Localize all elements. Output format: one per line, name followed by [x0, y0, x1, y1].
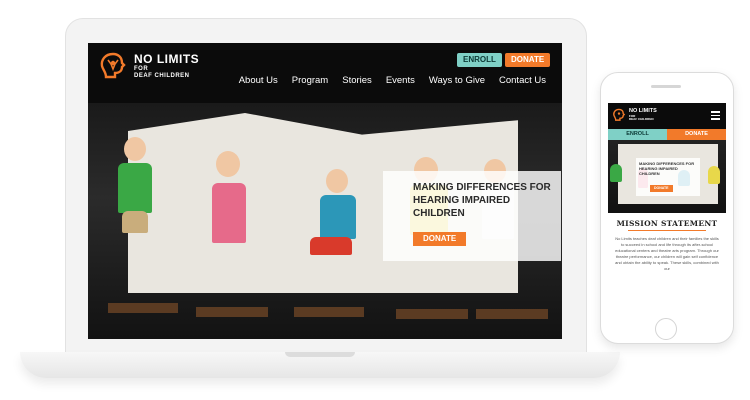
mission-text: No Limits teaches deaf children and thei… — [615, 236, 719, 271]
child-figure — [610, 164, 622, 182]
stage-chair — [476, 309, 548, 319]
stage-chair — [396, 309, 468, 319]
phone-home-button[interactable] — [655, 318, 677, 340]
child-head — [326, 169, 348, 193]
child-head — [124, 137, 146, 161]
mobile-donate-button[interactable]: DONATE — [667, 129, 726, 140]
enroll-button[interactable]: ENROLL — [457, 53, 502, 67]
hamburger-menu-icon[interactable] — [711, 111, 720, 122]
laptop-base — [20, 352, 620, 378]
mobile-hero-title: MAKING DIFFERENCES FOR HEARING IMPAIRED … — [639, 161, 695, 176]
nav-item-contact-us[interactable]: Contact Us — [499, 75, 546, 86]
child-figure — [118, 163, 152, 213]
main-nav: About Us Program Stories Events Ways to … — [225, 75, 546, 86]
stage-chair — [294, 307, 364, 317]
phone-frame: NO LIMITS FOR DEAF CHILDREN ENROLL DONAT… — [600, 72, 734, 344]
child-head — [216, 151, 240, 177]
hero-overlay: MAKING DIFFERENCES FOR HEARING IMPAIRED … — [383, 171, 561, 261]
site-header: NO LIMITS FOR DEAF CHILDREN ENROLL DONAT… — [88, 43, 562, 103]
logo-head-icon — [612, 108, 626, 122]
mission-heading: MISSION STATEMENT — [616, 219, 718, 228]
child-figure — [212, 183, 246, 243]
mobile-logo[interactable]: NO LIMITS FOR DEAF CHILDREN — [612, 108, 657, 122]
nav-item-program[interactable]: Program — [292, 75, 328, 86]
hero-image: MAKING DIFFERENCES FOR HEARING IMPAIRED … — [88, 103, 562, 339]
logo-line-1: NO LIMITS — [134, 52, 200, 66]
phone-speaker — [651, 85, 681, 88]
stage-chair — [196, 307, 268, 317]
child-figure — [708, 166, 720, 184]
stage-chair — [108, 303, 178, 313]
nav-item-ways-to-give[interactable]: Ways to Give — [429, 75, 485, 86]
mobile-logo-line-3: DEAF CHILDREN — [629, 116, 654, 121]
logo-line-2: FOR — [134, 66, 149, 72]
mobile-screen: NO LIMITS FOR DEAF CHILDREN ENROLL DONAT… — [608, 103, 726, 311]
nav-item-about-us[interactable]: About Us — [239, 75, 278, 86]
laptop-notch — [285, 352, 355, 357]
logo-line-3: DEAF CHILDREN — [134, 73, 190, 79]
donate-button[interactable]: DONATE — [505, 53, 551, 67]
desktop-screen: NO LIMITS FOR DEAF CHILDREN ENROLL DONAT… — [88, 43, 562, 339]
mission-divider — [628, 230, 706, 231]
mobile-header: NO LIMITS FOR DEAF CHILDREN — [608, 103, 726, 129]
mobile-hero-overlay: MAKING DIFFERENCES FOR HEARING IMPAIRED … — [636, 158, 700, 196]
nav-item-stories[interactable]: Stories — [342, 75, 372, 86]
mobile-enroll-button[interactable]: ENROLL — [608, 129, 667, 140]
child-figure — [320, 195, 356, 239]
child-figure — [310, 237, 352, 255]
mobile-hero-image: MAKING DIFFERENCES FOR HEARING IMPAIRED … — [608, 140, 726, 213]
nav-item-events[interactable]: Events — [386, 75, 415, 86]
hero-donate-button[interactable]: DONATE — [413, 232, 467, 246]
child-figure — [122, 211, 148, 233]
logo-head-icon — [98, 51, 128, 81]
site-logo[interactable]: NO LIMITS FOR DEAF CHILDREN — [98, 51, 199, 81]
mobile-hero-donate-button[interactable]: DONATE — [650, 185, 673, 192]
hero-title: MAKING DIFFERENCES FOR HEARING IMPAIRED … — [413, 182, 551, 219]
